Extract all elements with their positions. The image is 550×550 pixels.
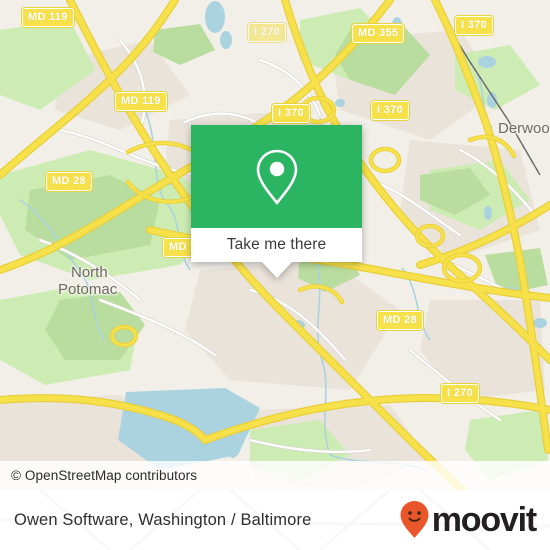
road-shield: MD 355 <box>352 24 405 43</box>
map-attribution: © OpenStreetMap contributors <box>0 461 550 490</box>
popup-action-bar[interactable]: Take me there <box>191 228 362 262</box>
moovit-brand[interactable]: moovit <box>399 500 550 540</box>
road-shield: I 270 <box>441 384 479 403</box>
place-label: North <box>71 264 108 281</box>
road-shield: I 370 <box>371 101 409 120</box>
attribution-text: © OpenStreetMap contributors <box>11 468 198 483</box>
road-shield: I 270 <box>248 23 286 42</box>
screenshot-root: MD 119 I 270 MD 355 I 370 MD 119 I 370 I 370 MD… <box>0 0 550 550</box>
road-shield: MD 28 <box>46 172 92 191</box>
road-shield: MD <box>163 238 193 257</box>
map-canvas[interactable]: MD 119 I 270 MD 355 I 370 MD 119 I 370 I 370 MD… <box>0 0 550 490</box>
location-popup-card[interactable]: Take me there <box>191 125 362 278</box>
road-shield: MD 119 <box>115 92 167 111</box>
place-label: Potomac <box>58 281 118 298</box>
page-title: Owen Software, Washington / Baltimore <box>14 510 312 529</box>
footer-bar: Owen Software, Washington / Baltimore mo… <box>0 490 550 550</box>
road-shield: I 370 <box>455 16 493 35</box>
road-shield: I 370 <box>272 104 310 123</box>
map-pin-icon <box>256 149 297 204</box>
road-shield: MD 28 <box>377 311 423 330</box>
moovit-smiley-pin-icon <box>400 501 429 538</box>
popup-image-area <box>191 125 362 228</box>
popup-tail <box>261 262 292 278</box>
road-shield: MD 119 <box>22 8 74 27</box>
moovit-wordmark: moovit <box>431 501 537 539</box>
place-label: Derwood <box>498 120 550 137</box>
take-me-there-label: Take me there <box>226 236 327 253</box>
